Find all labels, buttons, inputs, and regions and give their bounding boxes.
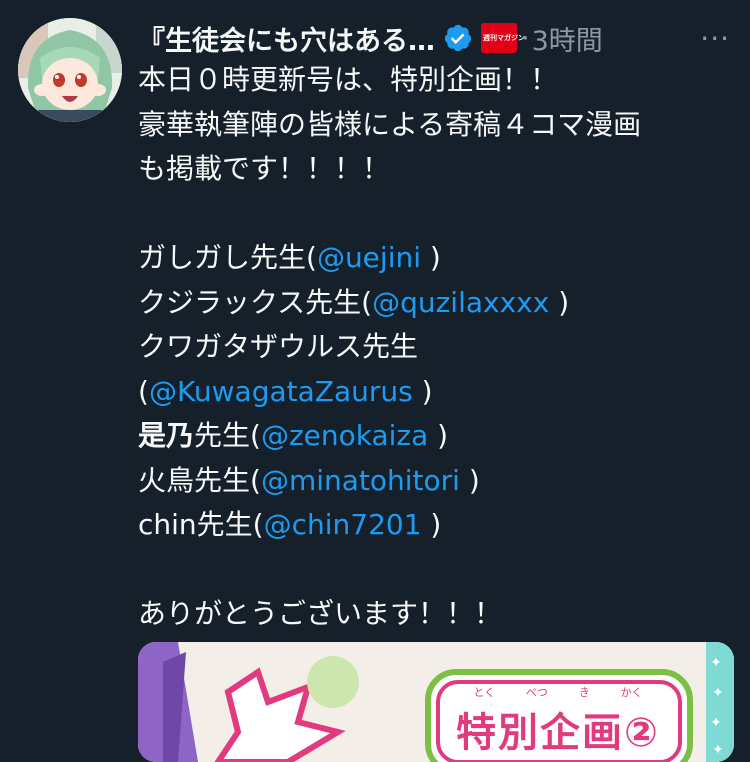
text-segment: ) — [428, 419, 449, 452]
avatar-image — [18, 18, 122, 122]
tweet-header: 『生徒会にも穴はある… 週刊マガジン · 3時間 ··· — [138, 14, 730, 62]
media-furigana: とく べつ き かく — [458, 684, 658, 700]
more-options-button[interactable]: ··· — [700, 14, 730, 62]
text-segment: クジラックス先生( — [138, 285, 373, 319]
text-segment: ) — [549, 285, 570, 319]
mention-link[interactable]: @uejini — [317, 241, 421, 274]
svg-text:✦: ✦ — [710, 715, 722, 731]
text-segment: ( — [138, 374, 149, 408]
mention-link[interactable]: @minatohitori — [261, 464, 460, 497]
tweet-text: 本日０時更新号は、特別企画！！ 豪華執筆陣の皆様による寄稿４コマ漫画 も掲載です！！… — [138, 58, 738, 637]
text-segment: も掲載です！！！！ — [138, 152, 391, 185]
tweet-line: も掲載です！！！！ — [138, 147, 738, 192]
tweet-line — [138, 192, 738, 237]
tweet-line: 是乃先生(@zenokaiza ) — [138, 414, 738, 459]
text-segment: ありがとうございます！！！ — [138, 597, 503, 630]
tweet-line: クジラックス先生(@quzilaxxxx ) — [138, 281, 738, 326]
text-segment: ) — [421, 508, 442, 541]
verified-badge-icon — [443, 23, 473, 53]
text-segment: 火鳥先生( — [138, 463, 261, 497]
separator-dot: · — [521, 22, 530, 54]
mention-link[interactable]: @quzilaxxxx — [372, 286, 549, 319]
avatar[interactable] — [18, 18, 122, 122]
tweet-line: 火鳥先生(@minatohitori ) — [138, 459, 738, 504]
bold-text: 是乃 — [138, 419, 195, 452]
text-segment: 本日０時更新号は、特別企画！！ — [138, 63, 559, 96]
tweet-line — [138, 548, 738, 593]
tweet-line: 本日０時更新号は、特別企画！！ — [138, 58, 738, 103]
text-segment: chin先生( — [138, 508, 264, 541]
tweet-line: 豪華執筆陣の皆様による寄稿４コマ漫画 — [138, 103, 738, 148]
tweet[interactable]: 『生徒会にも穴はある… 週刊マガジン · 3時間 ··· 本日０時更新号は、特別… — [0, 0, 750, 762]
mention-link[interactable]: @chin7201 — [264, 508, 422, 541]
tweet-line: chin先生(@chin7201 ) — [138, 503, 738, 548]
text-segment: クワガタザウルス先生 — [138, 330, 419, 363]
mention-link[interactable]: @KuwagataZaurus — [149, 375, 413, 408]
tweet-line: ありがとうございます！！！ — [138, 592, 738, 637]
mention-link[interactable]: @zenokaiza — [261, 419, 428, 452]
more-icon: ··· — [700, 21, 730, 55]
text-segment: 豪華執筆陣の皆様による寄稿４コマ漫画 — [138, 107, 642, 141]
furigana-1: とく — [473, 686, 496, 699]
text-segment: ) — [412, 374, 433, 408]
text-segment: ) — [459, 463, 480, 497]
svg-text:✦: ✦ — [712, 685, 724, 701]
tweet-media[interactable]: ✦ ✦ ✦ ✦ とく べつ き かく 特別企画② — [138, 642, 734, 762]
tweet-time[interactable]: 3時間 — [532, 19, 603, 58]
furigana-4: かく — [620, 686, 643, 699]
furigana-2: べつ — [525, 686, 548, 699]
tweet-line: クワガタザウルス先生 — [138, 325, 738, 370]
text-segment: ガしガし先生( — [138, 241, 317, 274]
svg-text:✦: ✦ — [712, 742, 724, 758]
tweet-line: (@KuwagataZaurus ) — [138, 370, 738, 415]
text-segment: 先生( — [194, 419, 261, 452]
text-segment: ) — [421, 241, 441, 274]
media-banner-text: 特別企画② — [456, 710, 660, 756]
publisher-badge-icon: 週刊マガジン — [481, 23, 525, 53]
furigana-3: き — [578, 686, 590, 699]
display-name[interactable]: 『生徒会にも穴はある… — [138, 19, 435, 58]
tweet-line: ガしガし先生(@uejini ) — [138, 236, 738, 281]
publisher-badge-text: 週刊マガジン — [483, 33, 525, 42]
svg-text:✦: ✦ — [710, 655, 722, 671]
